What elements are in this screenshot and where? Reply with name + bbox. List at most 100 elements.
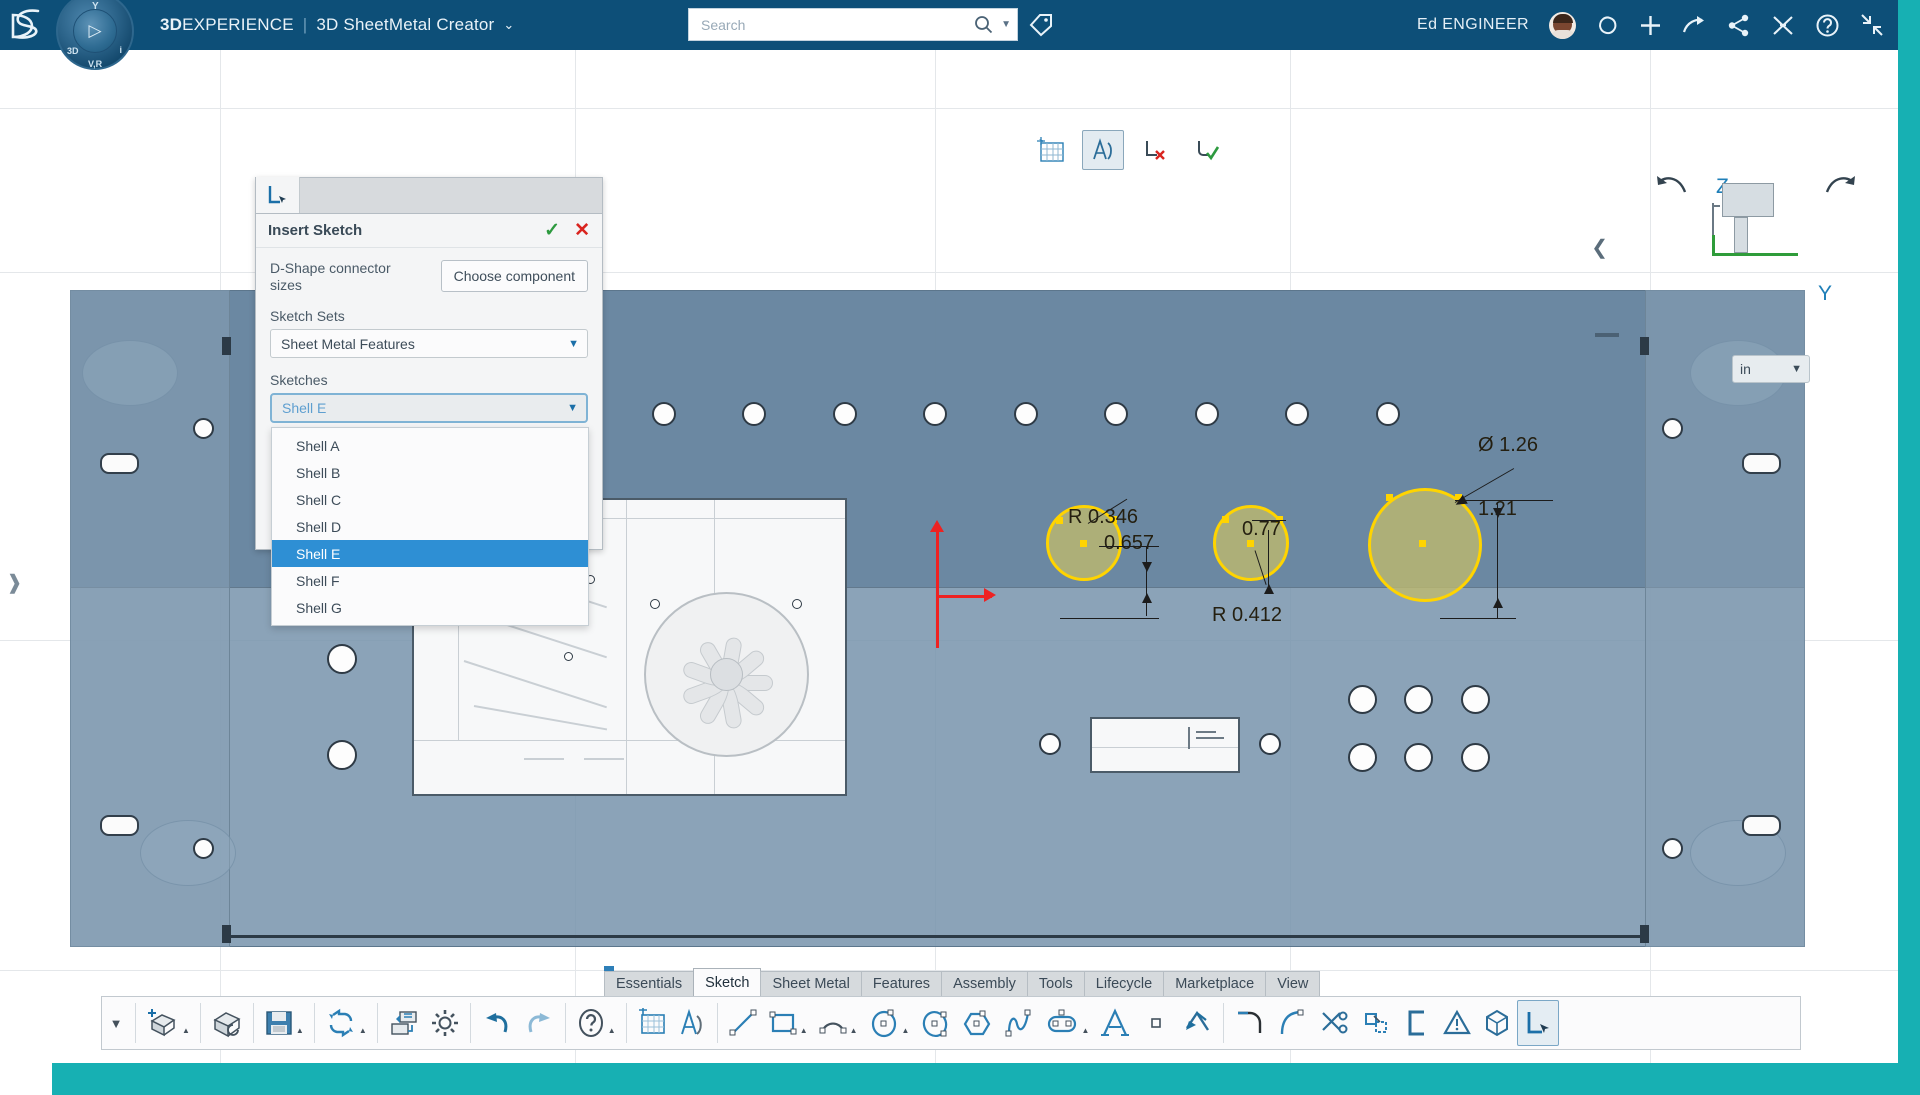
open-content-icon[interactable] [206, 1000, 248, 1046]
refresh-update-icon[interactable]: ▲ [320, 1000, 372, 1046]
share-arrow-icon[interactable] [1682, 14, 1707, 37]
top-right-actions[interactable]: Ed ENGINEER [1417, 0, 1884, 50]
sketch-mode-toolbar[interactable] [1030, 130, 1228, 170]
redo-icon[interactable] [518, 1000, 560, 1046]
point-icon[interactable] [1136, 1000, 1176, 1046]
help-icon[interactable]: ▲ [571, 1000, 621, 1046]
app-name: 3D SheetMetal Creator [316, 15, 495, 34]
list-item[interactable]: Shell C [272, 486, 588, 513]
undo-icon[interactable] [476, 1000, 518, 1046]
sketch-command-toolbar[interactable]: ▼ ▲ ▲ ▲ ▲ ▲ ▲ ▲ ▲ [101, 996, 1801, 1050]
trim-icon[interactable] [1313, 1000, 1355, 1046]
chevron-left-icon[interactable]: ❮ [1591, 235, 1608, 260]
list-item[interactable]: Shell G [272, 594, 588, 621]
list-item[interactable]: Shell F [272, 567, 588, 594]
tab-assembly[interactable]: Assembly [941, 971, 1028, 996]
user-name[interactable]: Ed ENGINEER [1417, 16, 1529, 34]
collaborate-icon[interactable] [1771, 14, 1795, 37]
list-item[interactable]: Shell B [272, 459, 588, 486]
help-icon[interactable] [1815, 13, 1840, 38]
compass-label-3d: 3D [67, 46, 79, 56]
grid-sketch-icon[interactable] [632, 1000, 672, 1046]
chevron-down-icon: ▼ [1791, 363, 1802, 375]
3d-geometry-icon[interactable] [1477, 1000, 1517, 1046]
confirm-button[interactable]: ✓ [544, 219, 560, 242]
tab-features[interactable]: Features [860, 971, 943, 996]
list-item[interactable]: Shell A [272, 432, 588, 459]
spline-icon[interactable] [998, 1000, 1040, 1046]
list-item[interactable]: Shell D [272, 513, 588, 540]
ellipse-icon[interactable] [914, 1000, 956, 1046]
construction-geometry-icon[interactable] [1176, 1000, 1218, 1046]
cancel-button[interactable]: ✕ [574, 219, 590, 242]
circle-icon[interactable]: ▲ [863, 1000, 915, 1046]
chevron-double-right-icon[interactable]: ❱ [6, 570, 23, 595]
tab-view[interactable]: View [1265, 971, 1321, 996]
settings-gear-icon[interactable] [425, 1000, 465, 1046]
choose-component-button[interactable]: Choose component [440, 260, 588, 292]
new-content-icon[interactable]: ▲ [141, 1000, 195, 1046]
dassault-systemes-logo[interactable] [0, 0, 60, 50]
3d-viewport[interactable]: R 0.346 0.657 0.77 R 0.412 Ø 1.26 Y ❮ ❱ … [0, 50, 1898, 1063]
sketches-select[interactable]: Shell E ▼ [270, 393, 588, 423]
compass-play-icon[interactable]: ▷ [73, 9, 117, 53]
slot [100, 453, 139, 474]
rectangle-icon[interactable]: ▲ [763, 1000, 813, 1046]
save-icon[interactable]: ▲ [259, 1000, 309, 1046]
chevron-down-icon[interactable]: ▼ [102, 1016, 130, 1031]
chevron-down-icon[interactable]: ⌄ [503, 17, 514, 33]
line-icon[interactable] [723, 1000, 763, 1046]
dialog-header: Insert Sketch ✓ ✕ [256, 214, 602, 248]
collapse-icon[interactable] [1860, 13, 1884, 37]
view-cube[interactable] [1708, 175, 1808, 275]
search-icon[interactable] [974, 15, 993, 34]
tab-sheet-metal[interactable]: Sheet Metal [760, 971, 862, 996]
tab-marketplace[interactable]: Marketplace [1163, 971, 1267, 996]
social-share-icon[interactable] [1727, 14, 1751, 37]
radius-dim-1: R 0.346 [1068, 506, 1139, 528]
sketch-edit-icon[interactable] [672, 1000, 712, 1046]
sketch-sets-select[interactable]: Sheet Metal Features ▼ [270, 329, 588, 358]
brand-separator: | [302, 15, 308, 34]
tab-lifecycle[interactable]: Lifecycle [1083, 971, 1165, 996]
tab-tools[interactable]: Tools [1026, 971, 1085, 996]
exit-sketch-icon[interactable] [1082, 130, 1124, 170]
text-icon[interactable] [1094, 1000, 1136, 1046]
ribbon-tabbar[interactable]: Essentials Sketch Sheet Metal Features A… [604, 968, 1321, 996]
insert-sketch-icon[interactable] [256, 177, 300, 213]
tag-icon[interactable] [1028, 12, 1054, 38]
export-icon[interactable] [383, 1000, 425, 1046]
polygon-icon[interactable] [956, 1000, 998, 1046]
unit-selector[interactable]: in ▼ [1732, 355, 1810, 383]
grid-sketch-icon[interactable] [1030, 130, 1072, 170]
fillet-icon[interactable] [1271, 1000, 1313, 1046]
tab-essentials[interactable]: Essentials [604, 971, 695, 996]
rotate-right-arrow-icon[interactable] [1823, 170, 1857, 200]
add-icon[interactable] [1639, 14, 1662, 37]
list-item-selected[interactable]: Shell E [272, 540, 588, 567]
search-box[interactable]: ▼ [688, 8, 1018, 41]
chevron-down-icon[interactable]: ▼ [1001, 19, 1011, 30]
corner-trim-icon[interactable] [1229, 1000, 1271, 1046]
cancel-sketch-icon[interactable] [1134, 130, 1176, 170]
brand-title[interactable]: 3D EXPERIENCE | 3D SheetMetal Creator ⌄ [160, 15, 515, 35]
arc-icon[interactable]: ▲ [813, 1000, 863, 1046]
notification-bell-icon[interactable] [1596, 14, 1619, 37]
confirm-sketch-icon[interactable] [1186, 130, 1228, 170]
search-input[interactable] [701, 16, 975, 33]
transform-icon[interactable] [1355, 1000, 1397, 1046]
tab-sketch[interactable]: Sketch [693, 968, 762, 996]
rotate-left-arrow-icon[interactable] [1655, 170, 1689, 200]
slot-icon[interactable]: ▲ [1040, 1000, 1094, 1046]
bottom-left-spacer [0, 1063, 52, 1095]
sketches-dropdown-list[interactable]: Shell A Shell B Shell C Shell D Shell E … [271, 427, 589, 626]
chevron-down-icon: ▼ [567, 402, 578, 414]
axis-label-y: Y [1818, 282, 1833, 305]
hole [1662, 418, 1683, 439]
insert-sketch-icon[interactable] [1517, 1000, 1560, 1046]
slot [1742, 453, 1781, 474]
teal-accent-right [1898, 0, 1920, 1075]
profile-icon[interactable] [1397, 1000, 1437, 1046]
avatar[interactable] [1549, 11, 1576, 39]
constraint-icon[interactable] [1437, 1000, 1477, 1046]
